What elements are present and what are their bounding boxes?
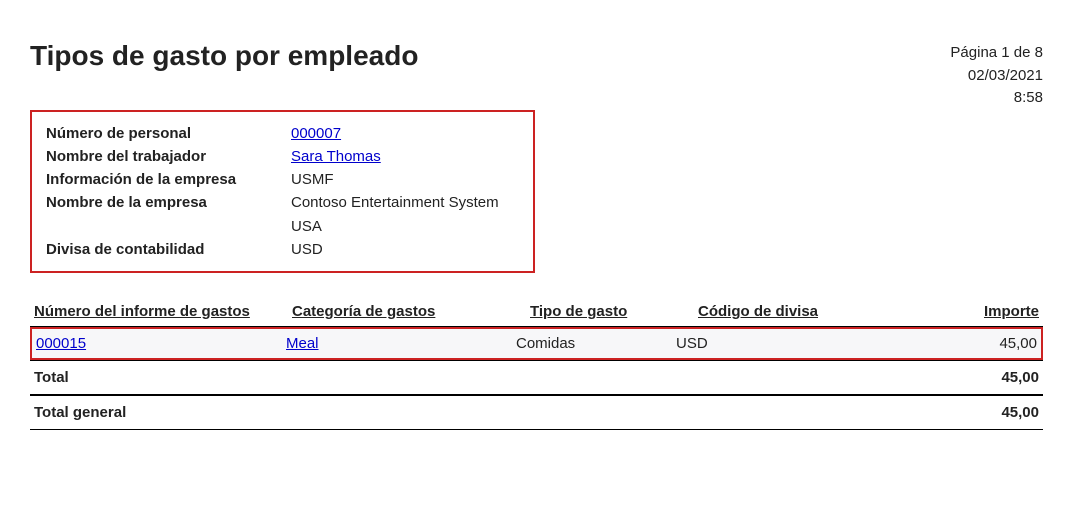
accounting-currency-value: USD [291, 238, 323, 261]
page-date: 02/03/2021 [950, 65, 1043, 88]
col-report-number: Número del informe de gastos [30, 297, 288, 327]
total-value: 45,00 [902, 361, 1043, 395]
worker-name-label: Nombre del trabajador [46, 145, 291, 168]
grand-total-row: Total general 45,00 [30, 396, 1043, 430]
company-info-label: Información de la empresa [46, 168, 291, 191]
grand-total-value: 45,00 [902, 396, 1043, 430]
table-row: 000015 Meal Comidas USD 45,00 [30, 327, 1043, 361]
personnel-number-link[interactable]: 000007 [291, 125, 341, 142]
col-currency-code: Código de divisa [694, 297, 902, 327]
expense-category-link[interactable]: Meal [286, 335, 319, 352]
total-label: Total [30, 361, 902, 395]
page-time: 8:58 [950, 87, 1043, 110]
personnel-number-label: Número de personal [46, 122, 291, 145]
page-meta: Página 1 de 8 02/03/2021 8:58 [950, 42, 1043, 110]
company-info-value: USMF [291, 168, 334, 191]
company-name-line2: USA [291, 215, 499, 238]
company-name-value: Contoso Entertainment System USA [291, 191, 499, 238]
report-number-link[interactable]: 000015 [36, 335, 86, 352]
col-amount: Importe [902, 297, 1043, 327]
grand-total-label: Total general [30, 396, 902, 430]
company-name-line1: Contoso Entertainment System [291, 191, 499, 214]
company-name-label: Nombre de la empresa [46, 191, 291, 214]
accounting-currency-label: Divisa de contabilidad [46, 238, 291, 261]
col-expense-category: Categoría de gastos [288, 297, 526, 327]
currency-code-value: USD [676, 335, 876, 352]
worker-name-link[interactable]: Sara Thomas [291, 148, 381, 165]
employee-info-box: Número de personal 000007 Nombre del tra… [30, 110, 535, 274]
expense-type-value: Comidas [516, 335, 676, 352]
amount-value: 45,00 [876, 335, 1037, 352]
total-row: Total 45,00 [30, 361, 1043, 395]
page-title: Tipos de gasto por empleado [30, 40, 418, 72]
col-expense-type: Tipo de gasto [526, 297, 694, 327]
expense-table: Número del informe de gastos Categoría d… [30, 297, 1043, 430]
page-indicator: Página 1 de 8 [950, 42, 1043, 65]
